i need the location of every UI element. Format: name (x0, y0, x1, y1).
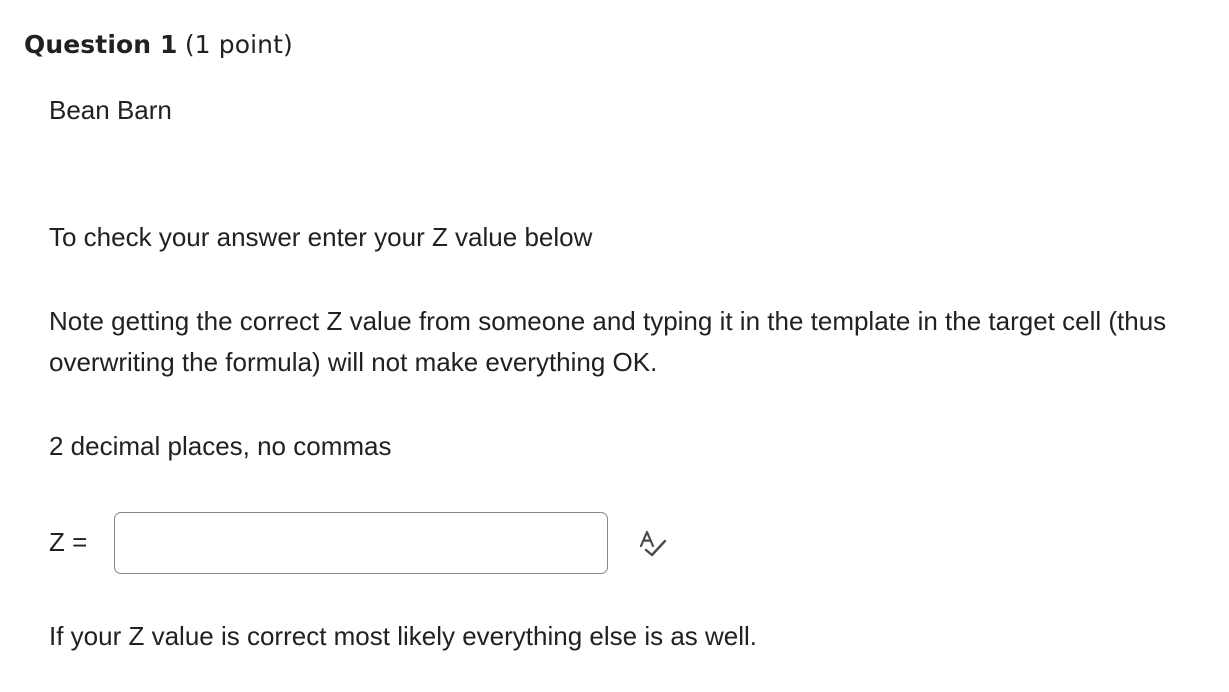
question-header: Question 1 (1 point) (24, 27, 293, 62)
z-label: Z = (49, 527, 88, 557)
quiz-page: Question 1 (1 point) Bean Barn To check … (0, 0, 1229, 692)
question-points: (1 point) (184, 30, 293, 59)
check-instruction: To check your answer enter your Z value … (49, 222, 593, 252)
question-title: Question 1 (24, 30, 178, 59)
question-subject: Bean Barn (49, 95, 172, 125)
note-text: Note getting the correct Z value from so… (49, 306, 1167, 377)
spellcheck-icon[interactable] (637, 529, 667, 559)
format-hint: 2 decimal places, no commas (49, 431, 392, 461)
footer-text: If your Z value is correct most likely e… (49, 621, 758, 651)
answer-row: Z = (49, 512, 689, 574)
z-value-input[interactable] (114, 512, 608, 574)
